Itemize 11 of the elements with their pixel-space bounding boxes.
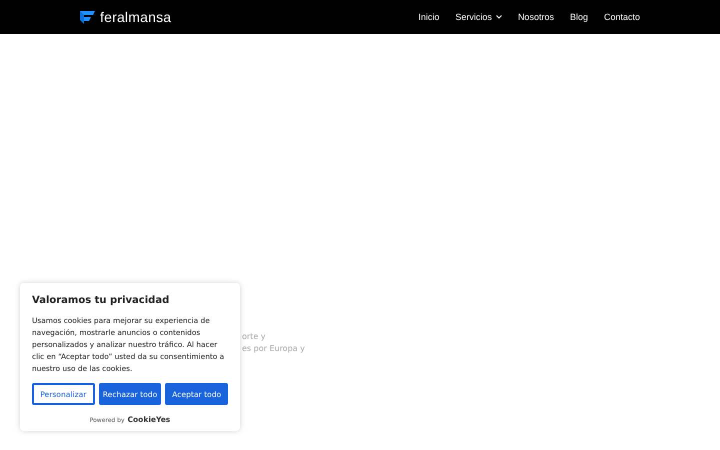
logo-text[interactable]: feralmansa <box>100 9 172 25</box>
logo-icon <box>80 10 95 24</box>
nav-link[interactable]: Servicios <box>455 12 502 22</box>
faded-text: orte y <box>242 332 267 341</box>
faded-text: es por Europa y <box>242 344 306 353</box>
nav-link[interactable]: Blog <box>570 12 588 22</box>
banner-title: Valoramos tu privacidad <box>32 295 170 306</box>
nav-link[interactable]: Nosotros <box>518 12 554 22</box>
chevron-down-icon <box>496 15 502 19</box>
nav-link[interactable]: Inicio <box>418 12 440 22</box>
nav-link[interactable]: Contacto <box>604 12 640 22</box>
